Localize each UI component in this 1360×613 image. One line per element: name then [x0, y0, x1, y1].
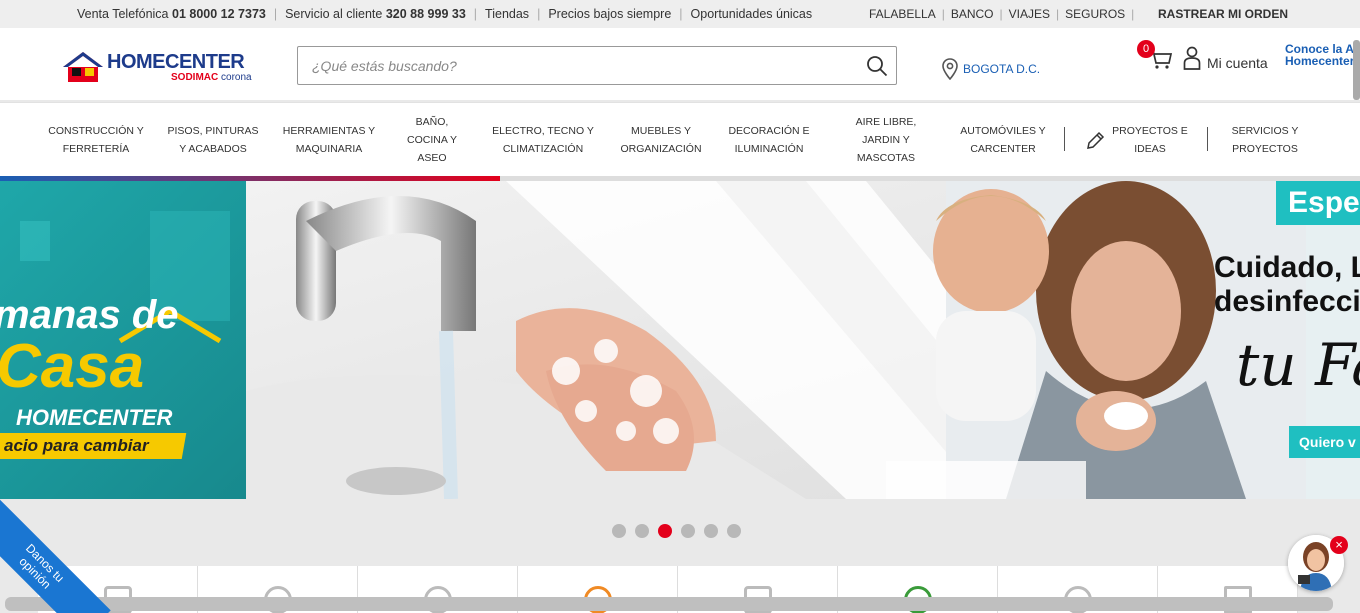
- opportunities-link[interactable]: Oportunidades únicas: [691, 7, 813, 21]
- nav-pisos[interactable]: PISOS, PINTURAS Y ACABADOS: [162, 103, 264, 177]
- location-label: BOGOTA D.C.: [963, 62, 1041, 76]
- hero-banner[interactable]: manas de Casa HOMECENTER acio para cambi…: [0, 181, 1360, 499]
- banner-left-line3: HOMECENTER: [16, 405, 173, 430]
- carousel-dots: [612, 524, 741, 538]
- nav-bano[interactable]: BAÑO, COCINA Y ASEO: [400, 103, 464, 177]
- nav-automoviles[interactable]: AUTOMÓVILES Y CARCENTER: [954, 103, 1052, 177]
- carousel-dot[interactable]: [727, 524, 741, 538]
- horizontal-scrollbar[interactable]: [5, 597, 1333, 611]
- banner-left-strip: acio para cambiar: [0, 433, 187, 459]
- nav-construccion[interactable]: CONSTRUCCIÓN Y FERRETERÍA: [44, 103, 148, 177]
- user-icon: [1183, 46, 1201, 70]
- falabella-link[interactable]: FALABELLA: [869, 7, 936, 21]
- nav-divider: [1064, 127, 1065, 151]
- low-prices-link[interactable]: Precios bajos siempre: [548, 7, 671, 21]
- search-input[interactable]: ¿Qué estás buscando?: [297, 46, 897, 85]
- nav-servicios[interactable]: SERVICIOS Y PROYECTOS: [1222, 103, 1308, 177]
- top-bar-left: Venta Telefónica 01 8000 12 7373 | Servici…: [77, 7, 813, 21]
- account-label: Mi cuenta: [1207, 55, 1268, 71]
- carousel-dot[interactable]: [704, 524, 718, 538]
- nav-aire-libre[interactable]: AIRE LIBRE, JARDIN Y MASCOTAS: [848, 103, 924, 177]
- top-utility-bar: Venta Telefónica 01 8000 12 7373 | Servici…: [0, 0, 1360, 28]
- customer-service[interactable]: Servicio al cliente 320 88 999 33: [285, 7, 466, 21]
- location-selector[interactable]: BOGOTA D.C.: [941, 58, 1040, 80]
- vertical-scrollbar-thumb[interactable]: [1353, 40, 1360, 100]
- track-order-link[interactable]: RASTREAR MI ORDEN: [1158, 7, 1288, 21]
- carousel-dot[interactable]: [612, 524, 626, 538]
- banner-left-panel: manas de Casa HOMECENTER acio para cambi…: [0, 181, 246, 499]
- close-icon[interactable]: ×: [1330, 536, 1348, 554]
- top-bar-links: FALABELLA | BANCO | VIAJES | SEGUROS |: [869, 7, 1135, 21]
- cart-count-badge: 0: [1137, 40, 1155, 58]
- nav-electro[interactable]: ELECTRO, TECNO Y CLIMATIZACIÓN: [486, 103, 600, 177]
- banner-photo-image: [246, 181, 1360, 499]
- banner-cta-button[interactable]: Quiero v: [1289, 426, 1360, 458]
- nav-decoracion[interactable]: DECORACIÓN E ILUMINACIÓN: [722, 103, 816, 177]
- nav-divider: [1207, 127, 1208, 151]
- pencil-icon: [1087, 131, 1105, 149]
- viajes-link[interactable]: VIAJES: [1009, 7, 1050, 21]
- search-placeholder: ¿Qué estás buscando?: [312, 58, 457, 74]
- phone-sales[interactable]: Venta Telefónica 01 8000 12 7373: [77, 7, 266, 21]
- homecenter-logo[interactable]: HOMECENTER SODIMAC corona: [62, 51, 262, 83]
- nav-proyectos-ideas[interactable]: PROYECTOS E IDEAS: [1106, 103, 1194, 177]
- carousel-dot[interactable]: [658, 524, 672, 538]
- brand-subtitle: SODIMAC corona: [171, 72, 252, 83]
- banner-title: Cuidado, L desinfecci: [1214, 251, 1360, 318]
- stores-link[interactable]: Tiendas: [485, 7, 529, 21]
- banner-tag: Espe: [1276, 181, 1360, 225]
- banner-left-line2: Casa: [0, 332, 145, 401]
- nav-muebles[interactable]: MUEBLES Y ORGANIZACIÓN: [614, 103, 708, 177]
- cart-button[interactable]: 0: [1137, 40, 1173, 75]
- carousel-dot[interactable]: [681, 524, 695, 538]
- banco-link[interactable]: BANCO: [951, 7, 994, 21]
- location-pin-icon: [942, 58, 958, 80]
- category-nav: CONSTRUCCIÓN Y FERRETERÍA PISOS, PINTURAS…: [0, 102, 1360, 176]
- search-icon[interactable]: [866, 55, 888, 77]
- seguros-link[interactable]: SEGUROS: [1065, 7, 1125, 21]
- house-logo-icon: [63, 52, 103, 82]
- brand-name: HOMECENTER: [107, 51, 245, 73]
- feedback-ribbon[interactable]: Danos tu opinión: [0, 497, 111, 613]
- carousel-dot[interactable]: [635, 524, 649, 538]
- account-button[interactable]: Mi cuenta: [1183, 46, 1268, 71]
- site-header: HOMECENTER SODIMAC corona ¿Qué estás bus…: [0, 28, 1360, 100]
- promo-link[interactable]: Conoce la A Homecenter: [1285, 43, 1354, 67]
- nav-herramientas[interactable]: HERRAMIENTAS Y MAQUINARIA: [278, 103, 380, 177]
- banner-script-title: tu Fa: [1236, 331, 1360, 399]
